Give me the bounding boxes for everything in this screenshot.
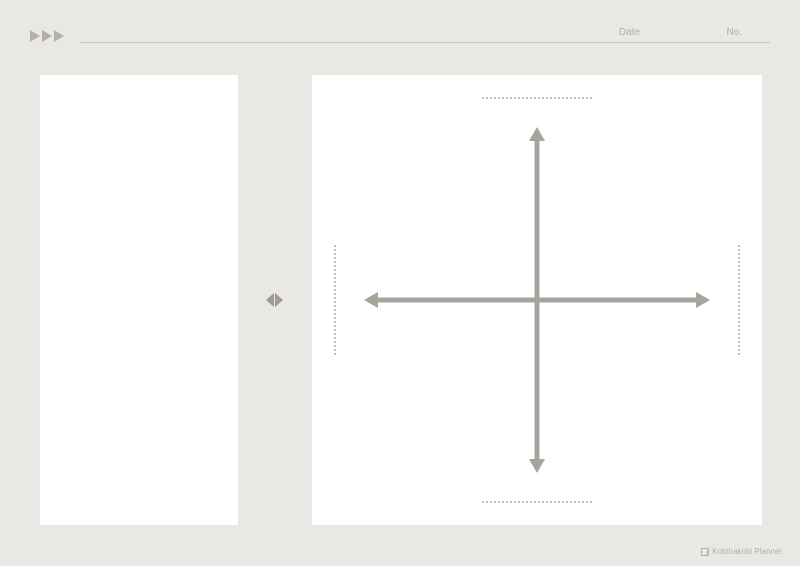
header-rule bbox=[80, 42, 770, 43]
horizontal-axis bbox=[372, 298, 702, 303]
arrow-left-icon bbox=[364, 292, 378, 308]
page-header: Date No. bbox=[30, 30, 770, 52]
axis-bottom-label-line bbox=[482, 501, 592, 503]
triangle-right-icon bbox=[275, 293, 283, 307]
date-label: Date bbox=[619, 27, 640, 38]
brand-text: Kotohakobi Planner bbox=[712, 547, 782, 556]
axis-left-label-line bbox=[334, 245, 336, 355]
quadrant-panel bbox=[312, 75, 762, 525]
arrow-up-icon bbox=[529, 127, 545, 141]
triangle-left-icon bbox=[266, 293, 274, 307]
axis-top-label-line bbox=[482, 97, 592, 99]
number-label: No. bbox=[726, 27, 742, 38]
triangle-right-icon bbox=[42, 30, 52, 42]
triangle-right-icon bbox=[54, 30, 64, 42]
panel-divider-icon bbox=[263, 292, 285, 308]
arrow-right-icon bbox=[696, 292, 710, 308]
notes-panel bbox=[40, 75, 238, 525]
footer-brand: Kotohakobi Planner bbox=[701, 547, 782, 556]
axis-right-label-line bbox=[738, 245, 740, 355]
triangle-forward-icon bbox=[30, 30, 64, 42]
quadrant-axes bbox=[364, 127, 710, 473]
triangle-right-icon bbox=[30, 30, 40, 42]
arrow-down-icon bbox=[529, 459, 545, 473]
brand-mark-icon bbox=[701, 548, 709, 556]
